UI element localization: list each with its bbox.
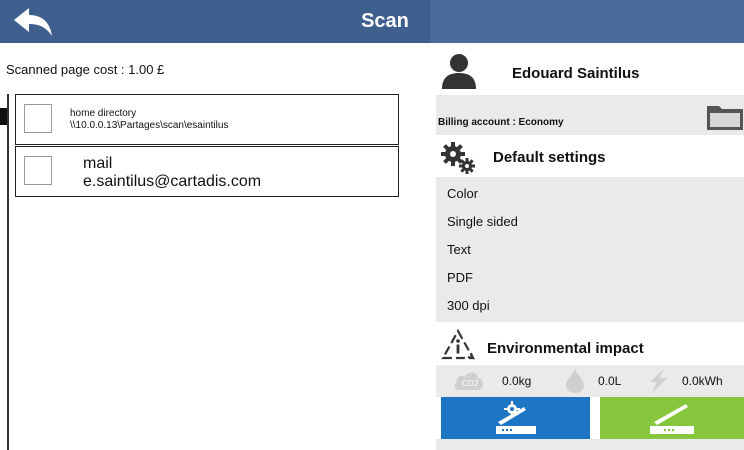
setting-sides: Single sided [447, 214, 518, 229]
default-settings-header: Default settings [436, 138, 744, 178]
scan-button[interactable] [600, 397, 744, 439]
setting-color: Color [447, 186, 479, 201]
recycle-info-icon [441, 328, 475, 360]
user-icon [442, 54, 476, 89]
destination-mail[interactable]: mail e.saintilus@cartadis.com [15, 146, 399, 197]
lightning-icon [650, 369, 667, 393]
billing-account-label: Billing account : Economy [438, 117, 564, 128]
page-title: Scan [361, 10, 409, 32]
water-drop-icon [566, 369, 584, 393]
destination-name: mail [83, 155, 113, 172]
environmental-impact-title: Environmental impact [487, 340, 644, 357]
back-arrow-icon [14, 7, 52, 36]
scanned-page-cost: Scanned page cost : 1.00 £ [6, 62, 165, 77]
bottom-strip [436, 439, 744, 450]
scanner-icon [650, 404, 694, 434]
svg-text:CO2: CO2 [462, 379, 479, 388]
setting-format: PDF [447, 270, 473, 285]
environmental-impact-stats: CO2 0.0kg 0.0L 0.0kWh [436, 365, 744, 397]
setting-resolution: 300 dpi [447, 298, 490, 313]
user-row: Edouard Saintilus [436, 43, 744, 95]
default-settings-list: Color Single sided Text PDF 300 dpi [436, 177, 744, 322]
water-value: 0.0L [598, 374, 622, 388]
scan-screen: Scan Scanned page cost : 1.00 £ home dir… [0, 0, 744, 450]
destination-email: e.saintilus@cartadis.com [83, 173, 262, 190]
destination-name: home directory [70, 108, 137, 119]
co2-value: 0.0kg [502, 374, 532, 388]
mail-checkbox[interactable] [24, 156, 52, 185]
header-bar: Scan [0, 0, 744, 43]
default-settings-title: Default settings [493, 149, 606, 166]
scan-settings-button[interactable] [441, 397, 590, 439]
left-divider [7, 94, 9, 450]
environmental-impact-header: Environmental impact [436, 325, 744, 365]
energy-value: 0.0kWh [682, 374, 723, 388]
home-directory-checkbox[interactable] [24, 104, 52, 133]
billing-account-button[interactable] [706, 103, 744, 136]
user-name: Edouard Saintilus [512, 65, 640, 82]
back-button[interactable] [8, 4, 58, 39]
destination-home-directory[interactable]: home directory \\10.0.0.13\Partages\scan… [15, 94, 399, 145]
destination-path: \\10.0.0.13\Partages\scan\esaintilus [70, 120, 229, 131]
billing-account-row: Billing account : Economy [436, 95, 744, 135]
setting-mode: Text [447, 242, 471, 257]
right-panel: Edouard Saintilus Billing account : Econ… [436, 43, 744, 450]
folder-icon [707, 106, 743, 130]
gears-icon [441, 142, 475, 174]
scanner-settings-icon [495, 401, 536, 434]
co2-cloud-icon: CO2 [454, 372, 484, 390]
